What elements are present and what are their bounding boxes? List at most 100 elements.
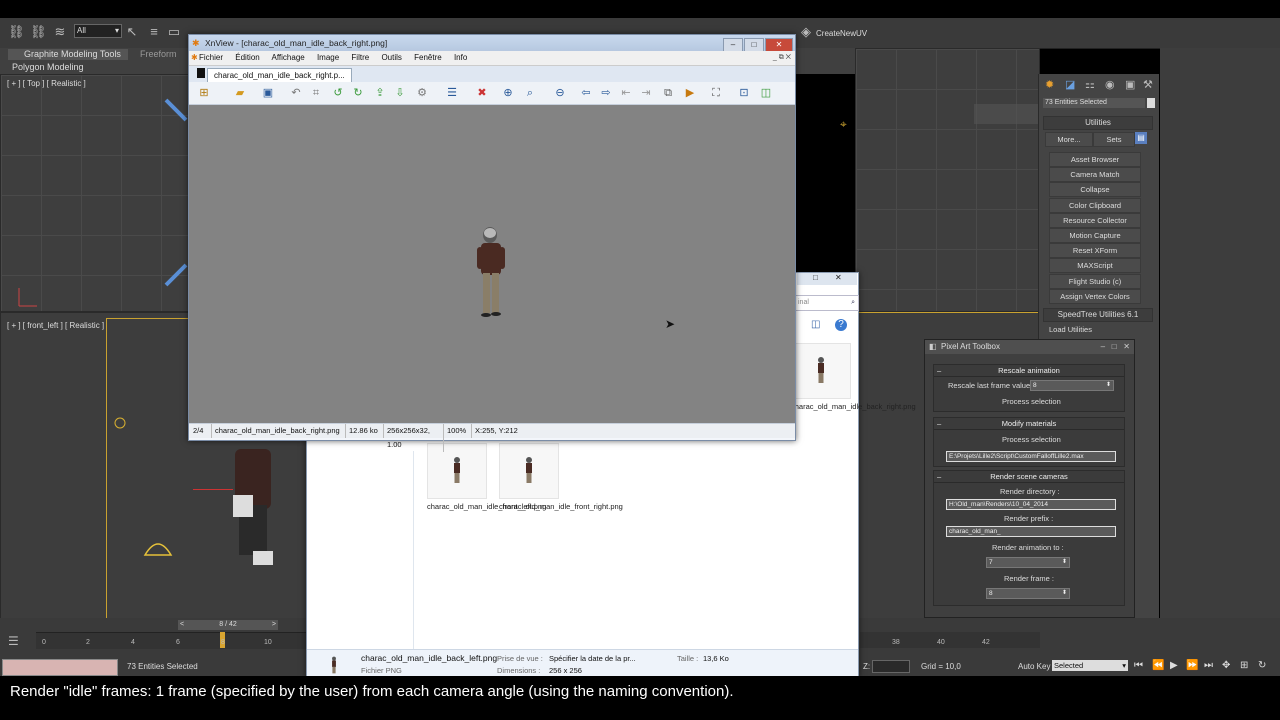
selection-color-swatch[interactable] (1147, 98, 1155, 108)
maximize-icon[interactable]: □ (744, 38, 764, 52)
sets-button[interactable]: Sets (1093, 132, 1135, 147)
import-icon[interactable]: ⇩ (393, 86, 407, 100)
close-icon[interactable]: ✕ (765, 38, 793, 52)
browser-icon[interactable]: ⊞ (197, 86, 211, 100)
mdi-controls[interactable]: _ ⧉ ✕ (773, 51, 791, 65)
delete-icon[interactable]: ✖ (475, 86, 489, 100)
render-anim-spinner[interactable]: 7 ⬍ (986, 557, 1070, 568)
rectangular-selection-icon[interactable]: ▭ (166, 24, 182, 40)
link-icon[interactable]: ⛓ (8, 24, 25, 40)
play-icon[interactable]: ▶ (1170, 660, 1178, 671)
zoom-extents-icon[interactable]: ⊞ (1240, 660, 1248, 671)
tab-freeform[interactable]: Freeform (140, 49, 177, 59)
more-button[interactable]: More... (1045, 132, 1093, 147)
fullscreen-icon[interactable]: ⛶ (709, 86, 723, 100)
fit-window-icon[interactable]: ⊡ (737, 86, 751, 100)
zoom-icon[interactable]: ⌕ (523, 86, 537, 100)
collapse-icon[interactable]: – (937, 471, 941, 482)
crop-icon[interactable]: ⌗ (309, 86, 323, 100)
utility-button[interactable]: Color Clipboard (1049, 197, 1141, 213)
pat-minimize-icon[interactable]: – (1101, 342, 1105, 351)
xnview-titlebar[interactable]: ✱ XnView - [charac_old_man_idle_back_rig… (189, 35, 795, 52)
viewport-front-left-label[interactable]: [ + ] [ front_left ] [ Realistic ] (7, 321, 104, 330)
time-slider-next-icon[interactable]: > (272, 620, 276, 630)
render-frame-spinner[interactable]: 8 ⬍ (986, 588, 1070, 599)
zoom-out-icon[interactable]: ⊖ (553, 86, 567, 100)
create-new-uv-label[interactable]: CreateNewUV (816, 29, 867, 38)
search-icon[interactable]: ⌕ (851, 296, 855, 310)
open-folder-icon[interactable]: ▰ (233, 86, 247, 100)
go-to-end-icon[interactable]: ⏭ (1204, 660, 1213, 671)
pat-close-icon[interactable]: ✕ (1123, 342, 1130, 351)
thumbnail-front-left[interactable]: charac_old_man_idle_front_left.png (427, 443, 546, 511)
uv-icon[interactable]: ◈ (798, 24, 814, 40)
rescale-header[interactable]: – Rescale animation (934, 365, 1124, 377)
next-image-icon[interactable]: ⇨ (599, 86, 613, 100)
export-icon[interactable]: ⇪ (373, 86, 387, 100)
utility-button[interactable]: Collapse (1049, 182, 1141, 198)
polygon-modeling-label[interactable]: Polygon Modeling (12, 62, 84, 72)
select-by-name-icon[interactable]: ≡ (146, 24, 162, 40)
slideshow-icon[interactable]: ▶ (683, 86, 697, 100)
load-utilities-label[interactable]: Load Utilities (1049, 325, 1092, 334)
maxscript-listener[interactable] (2, 659, 118, 676)
pan-icon[interactable]: ✥ (1222, 660, 1230, 671)
render-dir-field[interactable]: H:\Old_man\Renders\10_04_2014 (946, 499, 1116, 510)
viewport-top-label[interactable]: [ + ] [ Top ] [ Realistic ] (7, 79, 86, 88)
collapse-icon[interactable]: – (937, 365, 941, 376)
pat-titlebar[interactable]: ◧ Pixel Art Toolbox – □ ✕ (925, 340, 1134, 354)
details-prise-value[interactable]: Spécifier la date de la pr... (549, 654, 636, 663)
trackbar-icon[interactable]: ☰ (8, 634, 19, 648)
unlink-icon[interactable]: ⛓ (30, 24, 47, 40)
menu-edition[interactable]: Édition (235, 53, 259, 62)
viewport-perspective[interactable]: ⌖ (840, 48, 1044, 312)
window-icon[interactable]: ⧉ (661, 86, 675, 100)
tools-icon[interactable]: ⚙ (415, 86, 429, 100)
go-to-start-icon[interactable]: ⏮ (1134, 660, 1143, 671)
menu-fenetre[interactable]: Fenêtre (414, 53, 442, 62)
utility-button[interactable]: Resource Collector (1049, 212, 1141, 228)
preview-pane-icon[interactable]: ◫ (811, 319, 820, 330)
rescale-value-spinner[interactable]: 8 ⬍ (1030, 380, 1114, 391)
rescale-process-button[interactable]: Process selection (1002, 397, 1061, 406)
menu-fichier[interactable]: Fichier (199, 53, 223, 62)
menu-filtre[interactable]: Filtre (351, 53, 369, 62)
capture-icon[interactable]: ◫ (759, 86, 773, 100)
previous-image-icon[interactable]: ⇦ (579, 86, 593, 100)
previous-frame-icon[interactable]: ⏪ (1152, 660, 1164, 671)
hierarchy-panel-icon[interactable]: ⚏ (1085, 78, 1095, 91)
materials-path-field[interactable]: E:\Projets\Lille2\Script\CustomFalloffLi… (946, 451, 1116, 462)
save-icon[interactable]: ▣ (261, 86, 275, 100)
selection-filter-dropdown[interactable]: All ▾ (74, 24, 122, 38)
collapse-icon[interactable]: – (937, 418, 941, 429)
image-tab[interactable]: charac_old_man_idle_back_right.p... (207, 68, 352, 82)
auto-key-button[interactable]: Auto Key (1018, 662, 1050, 671)
utility-button[interactable]: Asset Browser (1049, 152, 1141, 167)
last-image-icon[interactable]: ⇥ (639, 86, 653, 100)
bind-spacewarp-icon[interactable]: ≋ (52, 24, 68, 40)
undo-icon[interactable]: ↶ (289, 86, 303, 100)
utilities-panel-icon[interactable]: ⚒ (1143, 78, 1153, 91)
utility-button[interactable]: MAXScript (1049, 258, 1141, 274)
utility-button[interactable]: Motion Capture (1049, 228, 1141, 243)
rotate-left-icon[interactable]: ↺ (331, 86, 345, 100)
first-image-icon[interactable]: ⇤ (619, 86, 633, 100)
menu-affichage[interactable]: Affichage (272, 53, 305, 62)
tab-graphite[interactable]: Graphite Modeling Tools (8, 49, 128, 60)
render-prefix-field[interactable]: charac_old_man_ (946, 526, 1116, 537)
thumbnail-front-right[interactable]: charac_old_man_idle_front_right.png (499, 443, 623, 511)
utility-button[interactable]: Reset XForm (1049, 243, 1141, 259)
zoom-in-icon[interactable]: ⊕ (501, 86, 515, 100)
time-slider-prev-icon[interactable]: < (180, 620, 184, 630)
select-object-icon[interactable]: ↖ (124, 24, 140, 40)
utility-button[interactable]: Flight Studio (c) (1049, 273, 1141, 289)
utilities-rollout-header[interactable]: Utilities (1043, 116, 1153, 130)
cameras-header[interactable]: – Render scene cameras (934, 471, 1124, 483)
help-icon[interactable]: ? (835, 319, 847, 331)
explorer-search-field[interactable]: inal ⌕ (793, 295, 859, 311)
motion-panel-icon[interactable]: ◉ (1105, 78, 1115, 91)
explorer-close-icon[interactable]: ✕ (835, 273, 842, 282)
selection-field[interactable]: 73 Entities Selected (1043, 98, 1145, 108)
minimize-icon[interactable]: – (723, 38, 743, 52)
properties-icon[interactable]: ☰ (445, 86, 459, 100)
